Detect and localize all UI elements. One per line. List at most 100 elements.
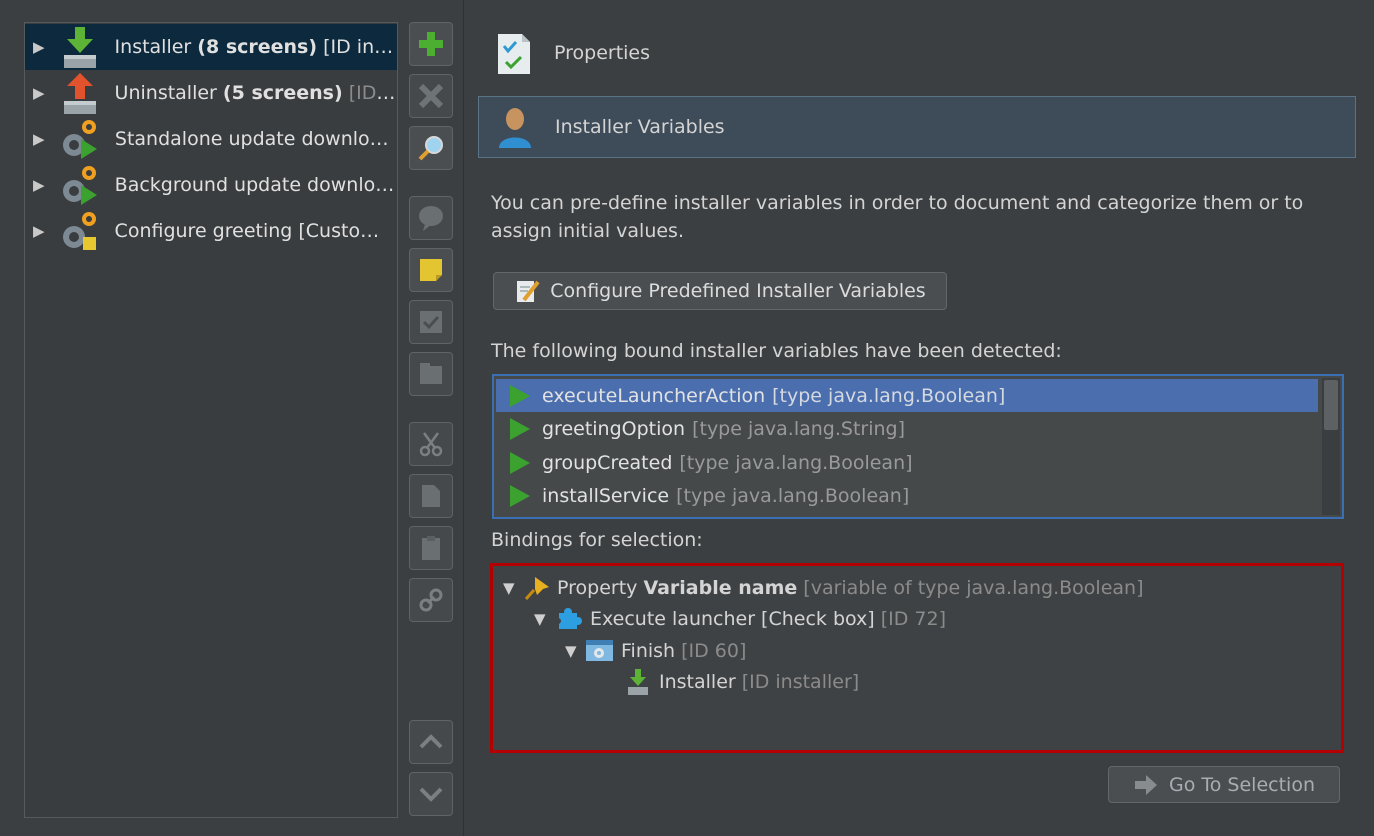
list-item[interactable]: greetingOption [type java.lang.String] bbox=[496, 412, 1318, 445]
bound-variables-list[interactable]: executeLauncherAction [type java.lang.Bo… bbox=[492, 374, 1344, 519]
screen-gear-icon bbox=[586, 640, 613, 661]
binding-variable-name: Variable name bbox=[643, 577, 798, 599]
list-item[interactable]: groupCreated [type java.lang.Boolean] bbox=[496, 446, 1318, 479]
expand-arrow-icon[interactable]: ▶ bbox=[33, 130, 45, 148]
tree-item-label: Configure greeting [Custom a... bbox=[114, 220, 397, 242]
binding-launcher-node[interactable]: ▼ Execute launcher [Check box] [ID 72] bbox=[534, 604, 946, 634]
tree-item-label: Background update downloa... bbox=[114, 174, 397, 196]
tree-item-count: (5 screens) bbox=[222, 82, 343, 104]
cut-button[interactable] bbox=[409, 422, 453, 466]
configure-variables-button[interactable]: Configure Predefined Installer Variables bbox=[493, 272, 947, 310]
go-to-selection-label: Go To Selection bbox=[1169, 773, 1315, 796]
close-icon bbox=[418, 83, 444, 109]
binding-node-id: [ID installer] bbox=[741, 671, 860, 693]
check-button[interactable] bbox=[409, 300, 453, 344]
puzzle-icon bbox=[555, 608, 582, 629]
section-label: Installer Variables bbox=[555, 116, 725, 138]
folder-icon bbox=[420, 363, 442, 384]
variable-name: installService bbox=[542, 484, 670, 507]
play-icon bbox=[510, 417, 530, 440]
bindings-label: Bindings for selection: bbox=[491, 529, 703, 551]
delete-button[interactable] bbox=[409, 74, 453, 118]
edit-document-icon bbox=[517, 280, 540, 302]
binding-property-node[interactable]: ▼ Property Variable name [variable of ty… bbox=[503, 573, 1143, 603]
variable-type: [type java.lang.Boolean] bbox=[772, 384, 1006, 407]
binding-node-label: Installer bbox=[659, 671, 736, 693]
installer-download-icon bbox=[628, 669, 648, 695]
binding-finish-node[interactable]: ▼ Finish [ID 60] bbox=[565, 636, 746, 666]
screens-tree[interactable]: ▶ Installer (8 screens) [ID instal... ▶ … bbox=[24, 22, 398, 818]
search-button[interactable] bbox=[409, 126, 453, 170]
play-icon bbox=[510, 451, 530, 474]
variable-type: [type java.lang.String] bbox=[692, 417, 906, 440]
collapse-arrow-icon[interactable]: ▼ bbox=[565, 642, 585, 660]
variable-name: groupCreated bbox=[542, 451, 673, 474]
tree-item-id: [ID instal... bbox=[323, 36, 397, 58]
chain-link-icon bbox=[419, 588, 443, 612]
collapse-arrow-icon[interactable]: ▼ bbox=[503, 579, 523, 597]
note-button[interactable] bbox=[409, 248, 453, 292]
binding-prefix: Property bbox=[557, 577, 644, 599]
bindings-tree[interactable]: ▼ Property Variable name [variable of ty… bbox=[490, 563, 1344, 753]
move-up-button[interactable] bbox=[409, 720, 453, 764]
expand-arrow-icon[interactable]: ▶ bbox=[33, 176, 45, 194]
binding-node-id: [ID 60] bbox=[681, 640, 747, 662]
list-scrollbar[interactable] bbox=[1322, 378, 1340, 515]
section-properties[interactable]: Properties bbox=[478, 22, 1356, 84]
paste-icon bbox=[422, 536, 440, 560]
magnifier-icon bbox=[418, 136, 443, 161]
plus-icon bbox=[419, 32, 443, 56]
move-down-button[interactable] bbox=[409, 772, 453, 816]
list-item[interactable]: installService [type java.lang.Boolean] bbox=[496, 479, 1318, 512]
tree-item-installer[interactable]: ▶ Installer (8 screens) [ID instal... bbox=[25, 24, 397, 70]
chevron-down-icon bbox=[419, 787, 443, 802]
uninstaller-upload-icon bbox=[59, 71, 101, 115]
binding-installer-node[interactable]: Installer [ID installer] bbox=[625, 667, 859, 697]
arrow-right-icon bbox=[1135, 774, 1157, 795]
installer-download-icon bbox=[59, 25, 101, 69]
list-item[interactable]: executeLauncherAction [type java.lang.Bo… bbox=[496, 379, 1318, 412]
section-installer-variables[interactable]: Installer Variables bbox=[478, 96, 1356, 158]
pin-icon bbox=[524, 577, 549, 600]
variable-type: [type java.lang.Boolean] bbox=[676, 484, 910, 507]
tree-item-label: Installer bbox=[114, 36, 192, 58]
binding-node-label: Execute launcher [Check box] bbox=[590, 608, 875, 630]
tree-item-uninstaller[interactable]: ▶ Uninstaller (5 screens) [ID un... bbox=[25, 70, 397, 116]
expand-arrow-icon[interactable]: ▶ bbox=[33, 84, 45, 102]
panel-divider bbox=[463, 0, 464, 836]
checkbox-icon bbox=[420, 311, 442, 333]
expand-arrow-icon[interactable]: ▶ bbox=[33, 38, 45, 56]
expand-arrow-icon[interactable]: ▶ bbox=[33, 222, 45, 240]
scissors-icon bbox=[419, 432, 443, 457]
link-button[interactable] bbox=[409, 578, 453, 622]
collapse-arrow-icon[interactable]: ▼ bbox=[534, 610, 554, 628]
variable-name: executeLauncherAction bbox=[542, 384, 766, 407]
copy-button[interactable] bbox=[409, 474, 453, 518]
binding-type: [variable of type java.lang.Boolean] bbox=[803, 577, 1144, 599]
scrollbar-thumb[interactable] bbox=[1324, 380, 1338, 430]
paste-button[interactable] bbox=[409, 526, 453, 570]
variable-name: greetingOption bbox=[542, 417, 686, 440]
play-icon bbox=[510, 384, 530, 407]
speech-bubble-icon bbox=[419, 206, 443, 231]
tree-item-configure-greeting[interactable]: ▶ Configure greeting [Custom a... bbox=[25, 208, 397, 254]
tree-item-label: Uninstaller bbox=[114, 82, 217, 104]
tree-item-id: [ID un... bbox=[348, 82, 397, 104]
description-text: You can pre-define installer variables i… bbox=[491, 192, 1304, 242]
binding-node-id: [ID 72] bbox=[880, 608, 946, 630]
gear-run-icon bbox=[59, 163, 101, 207]
folder-button[interactable] bbox=[409, 352, 453, 396]
chevron-up-icon bbox=[419, 734, 443, 749]
play-icon bbox=[510, 484, 530, 507]
tree-item-standalone-update[interactable]: ▶ Standalone update downloa... bbox=[25, 116, 397, 162]
bound-variables-label: The following bound installer variables … bbox=[491, 340, 1062, 362]
go-to-selection-button[interactable]: Go To Selection bbox=[1108, 766, 1340, 803]
section-label: Properties bbox=[554, 42, 651, 64]
comment-button[interactable] bbox=[409, 196, 453, 240]
sticky-note-icon bbox=[420, 259, 442, 281]
variable-type: [type java.lang.Boolean] bbox=[679, 451, 913, 474]
add-button[interactable] bbox=[409, 22, 453, 66]
gear-note-icon bbox=[59, 209, 101, 253]
checklist-icon bbox=[494, 30, 534, 76]
tree-item-background-update[interactable]: ▶ Background update downloa... bbox=[25, 162, 397, 208]
